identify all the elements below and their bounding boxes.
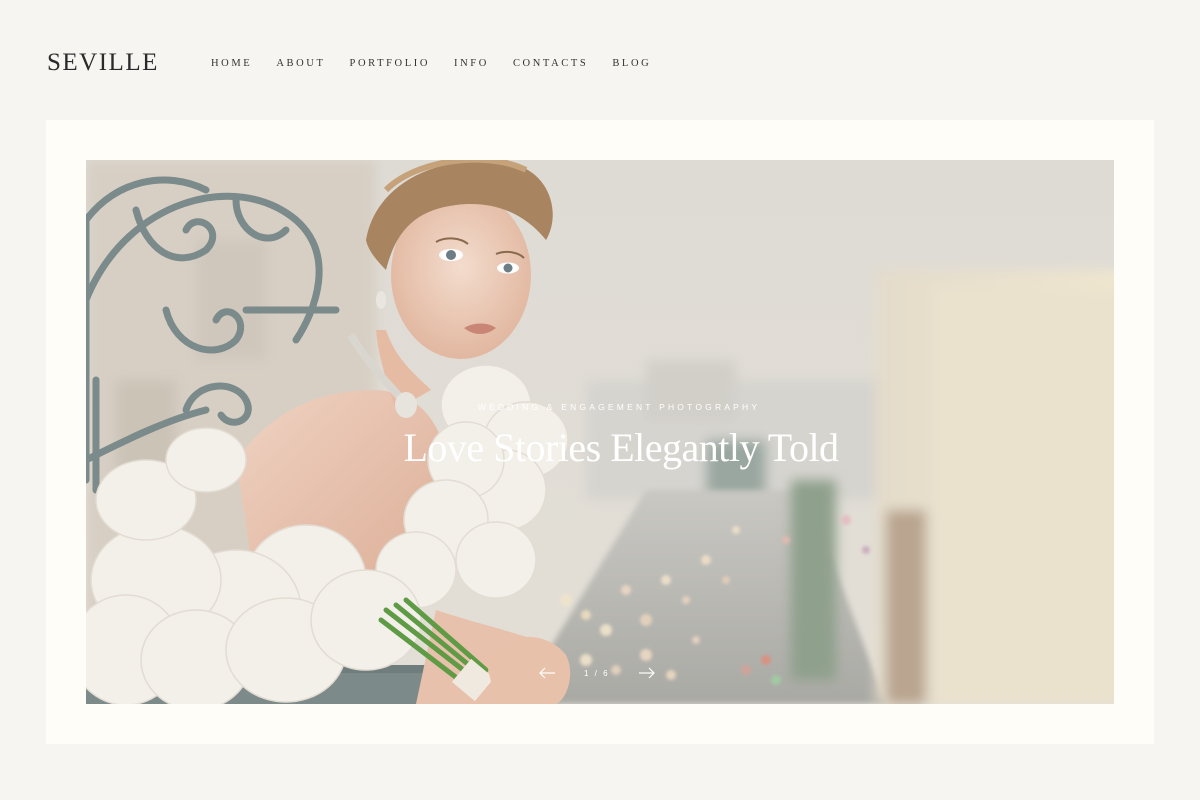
- arrow-right-icon[interactable]: [638, 666, 656, 680]
- nav-item-info[interactable]: INFO: [454, 58, 489, 70]
- nav-item-home[interactable]: HOME: [211, 58, 252, 70]
- nav-item-portfolio[interactable]: PORTFOLIO: [350, 58, 431, 70]
- nav-item-contacts[interactable]: CONTACTS: [513, 58, 588, 70]
- nav-item-blog[interactable]: BLOG: [612, 58, 651, 70]
- hero-slideshow[interactable]: WEDDING & ENGAGEMENT PHOTOGRAPHY Love St…: [86, 160, 1114, 704]
- site-logo[interactable]: SEVILLE: [47, 50, 159, 75]
- slider-controls: 1 / 6: [538, 666, 656, 680]
- nav-item-about[interactable]: ABOUT: [276, 58, 325, 70]
- hero-eyebrow: WEDDING & ENGAGEMENT PHOTOGRAPHY: [477, 402, 761, 412]
- arrow-left-icon[interactable]: [538, 666, 556, 680]
- slide-counter: 1 / 6: [584, 668, 610, 678]
- hero-title: Love Stories Elegantly Told: [403, 425, 839, 470]
- main-nav: HOME ABOUT PORTFOLIO INFO CONTACTS BLOG: [211, 58, 675, 70]
